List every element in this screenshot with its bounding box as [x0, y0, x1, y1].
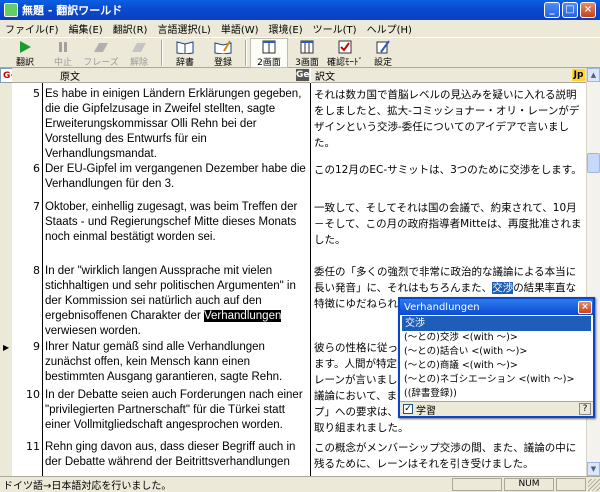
minimize-button[interactable]: _ — [544, 2, 560, 18]
three-pane-icon — [298, 39, 316, 54]
book-icon — [176, 39, 194, 54]
status-panel — [452, 478, 502, 491]
app-icon — [4, 3, 18, 17]
settings-icon — [374, 39, 392, 54]
close-button[interactable]: × — [580, 2, 596, 18]
two-pane-button[interactable]: 2画面 — [250, 38, 288, 68]
status-bar: ドイツ語→日本語対応を行いました。 NUM — [0, 476, 600, 492]
phrase-button[interactable]: フレーズ — [82, 38, 120, 68]
popup-entry[interactable]: (～との)話合い <(with ～)> — [400, 345, 593, 359]
status-text: ドイツ語→日本語対応を行いました。 — [3, 481, 172, 492]
settings-button[interactable]: 設定 — [364, 38, 402, 68]
dictionary-button[interactable]: 辞書 — [166, 38, 204, 68]
selected-word[interactable]: Verhandlungen — [203, 310, 282, 322]
source-text[interactable]: Ihrer Natur gemäß sind alle Verhandlunge… — [45, 340, 307, 385]
menu-bar: ファイル(F) 編集(E) 翻訳(R) 言語選択(L) 単語(W) 環境(E) … — [0, 20, 600, 37]
toolbar-separator — [161, 40, 163, 66]
scroll-up-button[interactable]: ▲ — [587, 68, 600, 82]
source-text[interactable]: In der "wirklich langen Aussprache mit v… — [45, 264, 307, 339]
segment-number: 11 — [26, 440, 40, 453]
window-title: 無題 - 翻訳ワールド — [22, 4, 123, 17]
menu-environment[interactable]: 環境(E) — [264, 21, 308, 36]
source-text-after: verwiesen worden. — [45, 325, 141, 337]
popup-entry[interactable]: (～との)商議 <(with ～)> — [400, 359, 593, 373]
segment-number: 9 — [33, 340, 40, 353]
popup-footer: ✓ 学習 ? — [400, 401, 593, 417]
segment-number: 8 — [33, 264, 40, 277]
line-number-column — [12, 83, 42, 476]
maximize-button[interactable]: □ — [562, 2, 578, 18]
source-text[interactable]: Oktober, einhellig zugesagt, was beim Tr… — [45, 200, 307, 245]
num-lock-indicator: NUM — [504, 478, 554, 491]
check-mode-button[interactable]: 確認ﾓｰﾄﾞ — [326, 38, 364, 68]
release-icon — [130, 39, 148, 54]
source-text[interactable]: In der Debatte seien auch Forderungen na… — [45, 388, 307, 433]
translate-button[interactable]: 翻訳 — [6, 38, 44, 68]
column-divider — [42, 83, 43, 476]
source-text[interactable]: Der EU-Gipfel im vergangenen Dezember ha… — [45, 162, 307, 192]
popup-entry-register[interactable]: ((辞書登録)) — [400, 387, 593, 401]
release-button[interactable]: 解除 — [120, 38, 158, 68]
popup-headword[interactable]: 交渉 — [402, 316, 591, 331]
learn-label: 学習 — [416, 405, 436, 417]
german-badge: Ge — [296, 69, 310, 81]
toolbar: 翻訳 中止 フレーズ 解除 辞書 登録 2画面 3画面 確認ﾓｰﾄﾞ 設定 — [0, 37, 600, 68]
resize-grip[interactable] — [588, 478, 600, 491]
segment-number: 10 — [26, 388, 40, 401]
help-icon[interactable]: ? — [579, 403, 591, 415]
register-icon — [214, 39, 232, 54]
popup-entry[interactable]: (～との)交渉 <(with ～)> — [400, 331, 593, 345]
popup-title-bar[interactable]: Verhandlungen × — [400, 299, 593, 315]
popup-title: Verhandlungen — [404, 301, 480, 313]
menu-tools[interactable]: ツール(T) — [308, 21, 362, 36]
phrase-icon — [92, 39, 110, 54]
learn-checkbox[interactable]: ✓ — [403, 404, 413, 414]
target-text[interactable]: この概念がメンバーシップ交渉の間、また、議論の中に残るために、レーンはそれを引き… — [314, 440, 584, 476]
three-pane-button[interactable]: 3画面 — [288, 38, 326, 68]
popup-close-button[interactable]: × — [578, 300, 592, 314]
source-header-label: 原文 — [60, 71, 80, 83]
target-header-label: 訳文 — [315, 71, 335, 83]
register-button[interactable]: 登録 — [204, 38, 242, 68]
source-text[interactable]: Rehn ging davon aus, dass dieser Begriff… — [45, 440, 307, 476]
title-bar: 無題 - 翻訳ワールド _ □ × — [0, 0, 600, 20]
two-pane-icon — [260, 40, 278, 54]
menu-edit[interactable]: 編集(E) — [64, 21, 108, 36]
stop-button[interactable]: 中止 — [44, 38, 82, 68]
current-segment-marker: ▶ — [3, 343, 10, 352]
highlighted-translation[interactable]: 交渉 — [492, 282, 514, 294]
segment-number: 7 — [33, 200, 40, 213]
target-text[interactable]: 一致して、そしてそれは国の会議で、約束されて、10月－そして、この月の政府指導者… — [314, 200, 584, 248]
menu-language[interactable]: 言語選択(L) — [152, 21, 215, 36]
target-column-header: 訳文 Jp — [311, 68, 586, 83]
target-text[interactable]: この12月のEC-サミットは、3つのために交渉をします。 — [314, 162, 584, 178]
column-divider[interactable] — [310, 83, 311, 476]
marker-gutter — [0, 83, 12, 476]
japanese-badge: Jp — [572, 69, 585, 81]
pause-icon — [54, 39, 72, 54]
scroll-thumb[interactable] — [587, 153, 600, 173]
menu-translate[interactable]: 翻訳(R) — [108, 21, 153, 36]
play-icon — [16, 39, 34, 54]
menu-help[interactable]: ヘルプ(H) — [362, 21, 417, 36]
source-column-header: 原文 Ge — [12, 68, 310, 83]
popup-entry[interactable]: (～との)ネゴシエーション <(with ～)> — [400, 373, 593, 387]
check-mode-icon — [336, 39, 354, 54]
toolbar-separator — [245, 40, 247, 66]
source-text[interactable]: Es habe in einigen Ländern Erklärungen g… — [45, 87, 307, 162]
dictionary-popup: Verhandlungen × 交渉 (～との)交渉 <(with ～)> (～… — [398, 297, 595, 418]
menu-word[interactable]: 単語(W) — [216, 21, 264, 36]
scroll-down-button[interactable]: ▼ — [587, 462, 600, 476]
target-text[interactable]: それは数カ国で首脳レベルの見込みを疑いに入れる説明をしましたと、拡大-コミッショ… — [314, 87, 584, 151]
segment-number: 6 — [33, 162, 40, 175]
status-panel — [556, 478, 586, 491]
segment-number: 5 — [33, 87, 40, 100]
menu-file[interactable]: ファイル(F) — [0, 21, 64, 36]
